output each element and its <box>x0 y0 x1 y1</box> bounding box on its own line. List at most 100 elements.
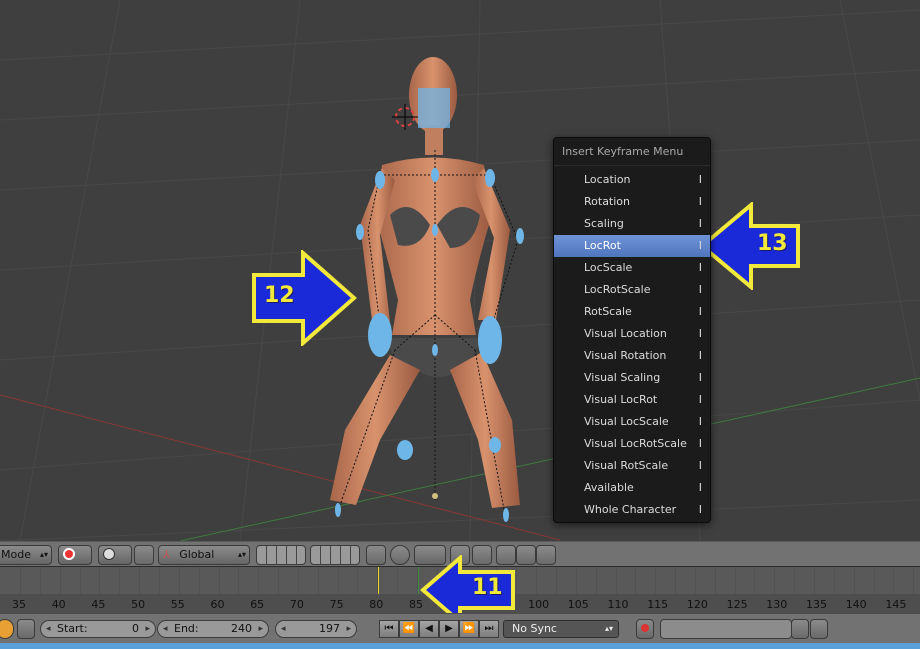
end-frame-marker <box>378 567 379 597</box>
menu-item-shortcut: I <box>698 217 702 230</box>
timeline-grid-line <box>714 567 716 594</box>
timeline-tick-label: 80 <box>369 598 384 611</box>
menu-item-label: LocScale <box>584 261 633 274</box>
manipulator-toggle[interactable] <box>134 545 154 565</box>
timeline-grid-line <box>853 567 855 594</box>
timeline-grid-line <box>794 567 796 594</box>
menu-item-shortcut: I <box>698 239 702 252</box>
lock-layers-icon[interactable] <box>366 545 386 565</box>
menu-item-shortcut: I <box>698 305 702 318</box>
transform-orientation-select[interactable]: ⅄ Global ▴▾ <box>158 545 250 565</box>
paste-flipped-pose-icon[interactable] <box>536 545 556 565</box>
timeline-grid-line <box>218 567 220 594</box>
annotation-arrow-12: 12 <box>251 248 358 348</box>
mode-select[interactable]: Mode ▴▾ <box>0 545 52 565</box>
arrow-12-label: 12 <box>264 283 295 308</box>
current-frame-field[interactable]: ◂ 197 ▸ <box>275 620 357 638</box>
insert-keyframe-icon[interactable] <box>791 619 809 639</box>
menu-item-visual-rotation[interactable]: Visual Rotation I <box>554 345 710 367</box>
sync-label: No Sync <box>512 622 557 635</box>
timeline-grid-line <box>615 567 617 594</box>
menu-item-visual-locscale[interactable]: Visual LocScale I <box>554 411 710 433</box>
timeline-tick-label: 45 <box>91 598 106 611</box>
jump-end-icon[interactable]: ⏭ <box>479 620 499 638</box>
delete-keyframe-icon[interactable] <box>810 619 828 639</box>
jump-start-icon[interactable]: ⏮ <box>379 620 399 638</box>
3d-viewport[interactable]: 12 13 Insert Keyframe Menu Location I Rota… <box>0 0 920 541</box>
menu-item-label: Scaling <box>584 217 624 230</box>
decrement-icon[interactable]: ◂ <box>46 621 51 637</box>
menu-item-location[interactable]: Location I <box>554 169 710 191</box>
increment-icon[interactable]: ▸ <box>258 621 263 637</box>
menu-item-available[interactable]: Available I <box>554 477 710 499</box>
timeline-grid-line <box>99 567 101 594</box>
menu-item-shortcut: I <box>698 503 702 516</box>
timeline-tick-label: 100 <box>528 598 550 611</box>
mode-label: Mode <box>1 548 31 561</box>
end-value: 240 <box>231 622 252 635</box>
decrement-icon[interactable]: ◂ <box>163 621 168 637</box>
timeline-tick-label: 140 <box>845 598 867 611</box>
timeline-grid-line <box>79 567 81 594</box>
sync-mode-select[interactable]: No Sync ▴▾ <box>503 620 619 638</box>
timeline-grid-line <box>595 567 597 594</box>
menu-item-label: Location <box>584 173 631 186</box>
start-frame-field[interactable]: ◂ Start: 0 ▸ <box>40 620 156 638</box>
timeline-grid-line <box>575 567 577 594</box>
timeline-grid-line <box>774 567 776 594</box>
timeline-grid-line <box>278 567 280 594</box>
increment-icon[interactable]: ▸ <box>346 621 351 637</box>
timeline-grid-line <box>39 567 41 594</box>
lock-icon[interactable] <box>17 619 35 639</box>
viewport-shading-select[interactable] <box>58 545 92 565</box>
select-arrows-icon: ▴▾ <box>237 550 246 559</box>
menu-item-label: Visual Location <box>584 327 667 340</box>
menu-item-rotscale[interactable]: RotScale I <box>554 301 710 323</box>
jump-prev-keyframe-icon[interactable]: ⏪ <box>399 620 419 638</box>
play-icon[interactable]: ▶ <box>439 620 459 638</box>
current-frame-value: 197 <box>319 622 340 635</box>
timeline-tick-label: 50 <box>131 598 146 611</box>
timeline-grid-line <box>20 567 21 594</box>
end-frame-field[interactable]: ◂ End: 240 ▸ <box>157 620 269 638</box>
menu-item-shortcut: I <box>698 371 702 384</box>
proportional-edit-icon[interactable] <box>390 545 410 565</box>
layer-buttons-1[interactable] <box>256 545 306 565</box>
arrow-13-label: 13 <box>757 231 788 256</box>
menu-item-label: LocRot <box>584 239 621 252</box>
timeline-tick-label: 35 <box>12 598 26 611</box>
menu-item-visual-locrot[interactable]: Visual LocRot I <box>554 389 710 411</box>
timeline-grid-line <box>536 567 538 594</box>
menu-item-visual-locrotscale[interactable]: Visual LocRotScale I <box>554 433 710 455</box>
menu-item-label: Visual LocRot <box>584 393 658 406</box>
menu-item-visual-location[interactable]: Visual Location I <box>554 323 710 345</box>
menu-item-locscale[interactable]: LocScale I <box>554 257 710 279</box>
menu-item-visual-scaling[interactable]: Visual Scaling I <box>554 367 710 389</box>
menu-title: Insert Keyframe Menu <box>554 138 710 166</box>
paste-pose-icon[interactable] <box>516 545 536 565</box>
timeline-grid-line <box>555 567 557 594</box>
menu-item-shortcut: I <box>698 349 702 362</box>
jump-next-keyframe-icon[interactable]: ⏩ <box>459 620 479 638</box>
auto-keying-record-icon[interactable] <box>636 619 654 639</box>
increment-icon[interactable]: ▸ <box>145 621 150 637</box>
menu-item-locrot[interactable]: LocRot I <box>554 235 710 257</box>
timeline-tick-label: 115 <box>647 598 669 611</box>
timeline-grid-line <box>198 567 200 594</box>
keying-set-field[interactable] <box>660 619 792 639</box>
menu-item-visual-rotscale[interactable]: Visual RotScale I <box>554 455 710 477</box>
start-value: 0 <box>132 622 139 635</box>
menu-item-rotation[interactable]: Rotation I <box>554 191 710 213</box>
timeline-grid-line <box>694 567 696 594</box>
layer-buttons-2[interactable] <box>310 545 360 565</box>
timeline-tick-label: 120 <box>686 598 708 611</box>
play-reverse-icon[interactable]: ◀ <box>419 620 439 638</box>
menu-item-locrotscale[interactable]: LocRotScale I <box>554 279 710 301</box>
menu-item-scaling[interactable]: Scaling I <box>554 213 710 235</box>
timeline-tick-label: 110 <box>607 598 629 611</box>
decrement-icon[interactable]: ◂ <box>281 621 286 637</box>
select-arrows-icon: ▴▾ <box>39 550 48 559</box>
menu-item-whole-character[interactable]: Whole Character I <box>554 499 710 521</box>
keying-icon[interactable] <box>0 619 14 639</box>
pivot-point-select[interactable] <box>98 545 132 565</box>
